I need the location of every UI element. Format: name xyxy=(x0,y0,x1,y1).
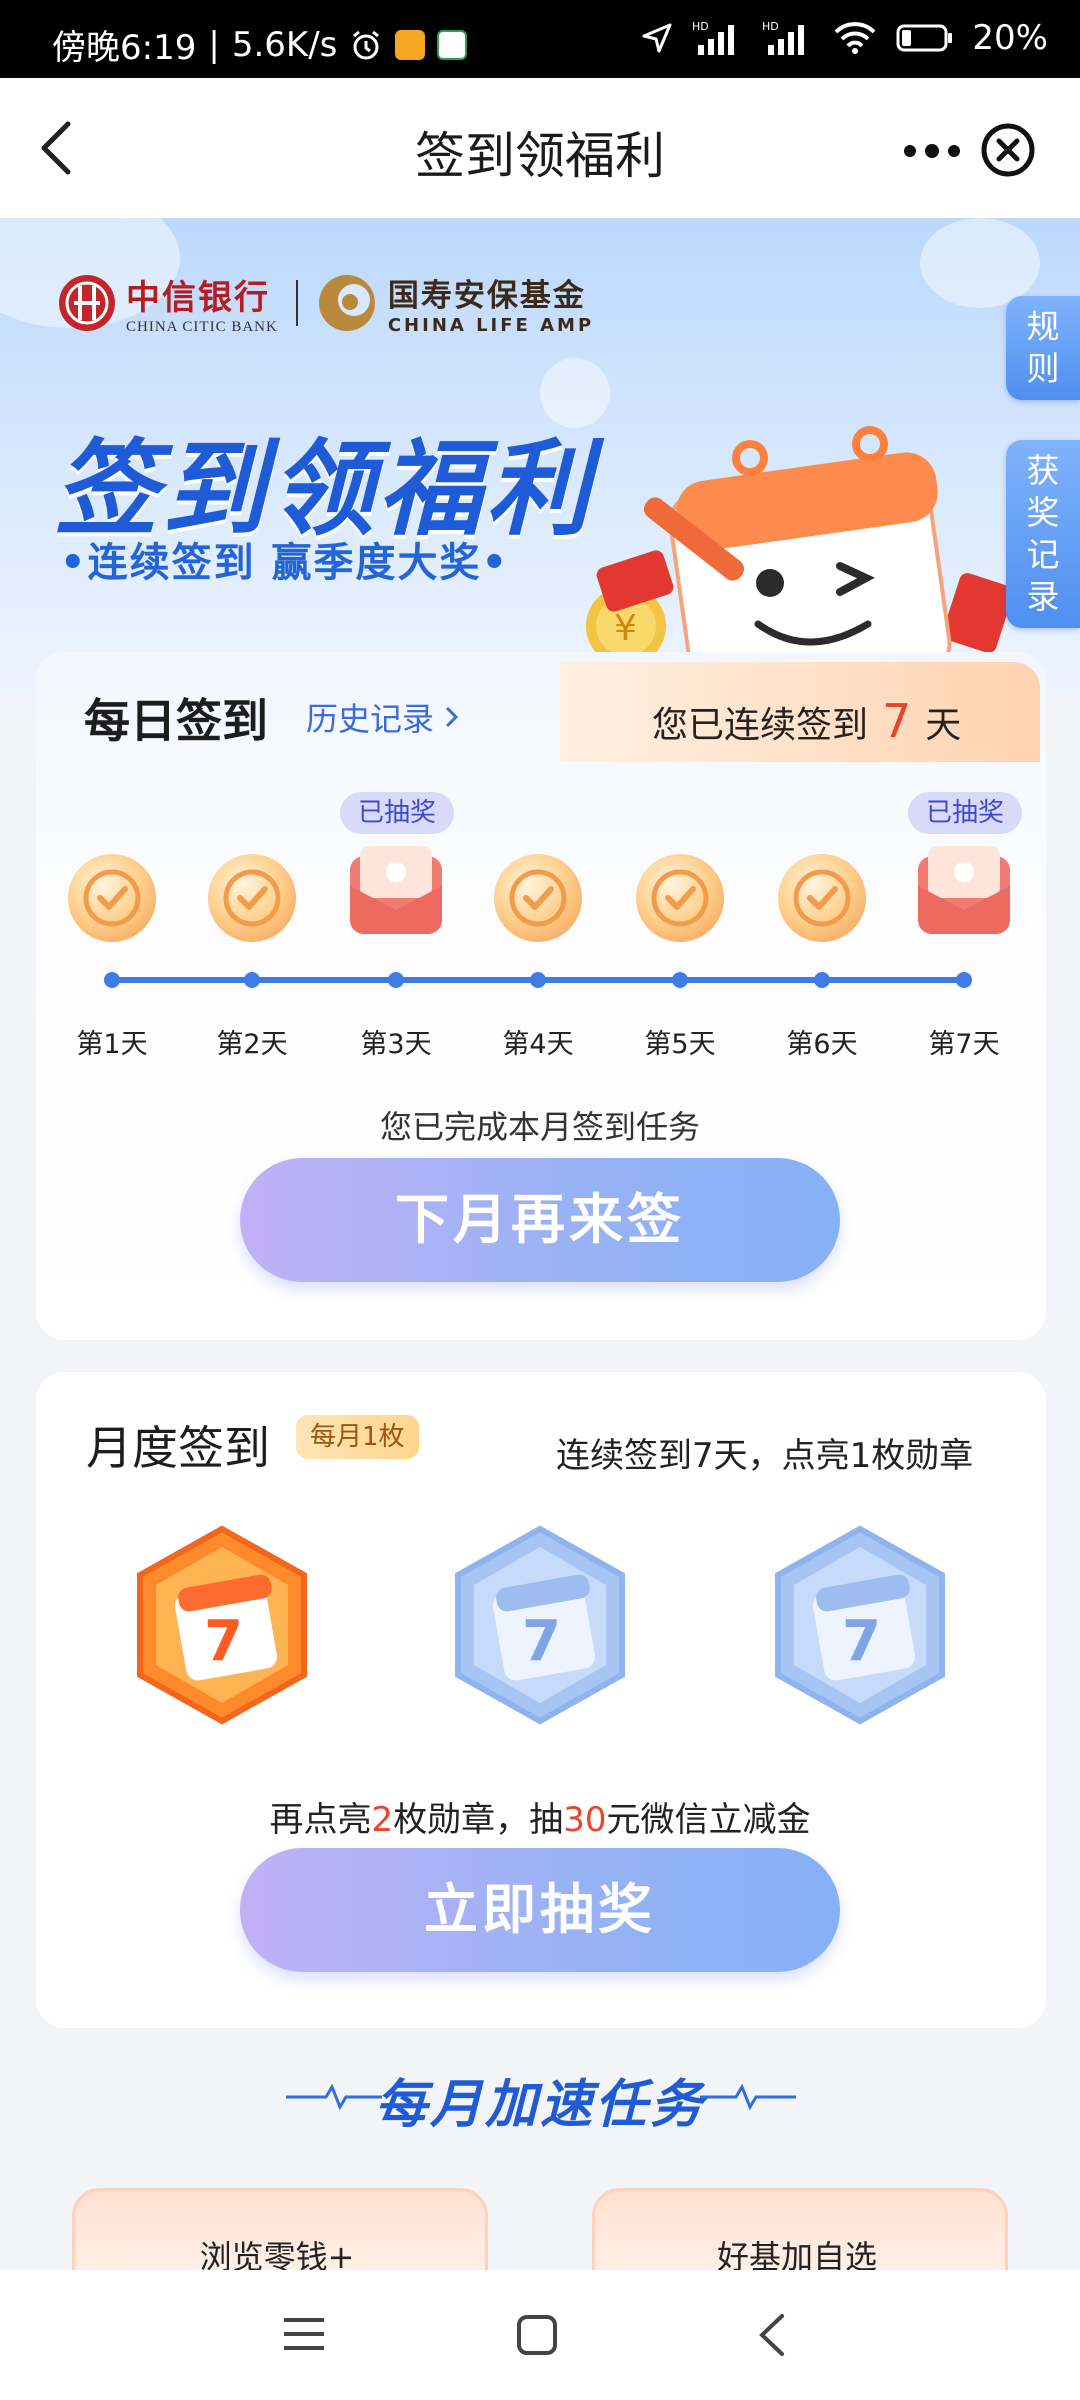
battery-icon xyxy=(896,24,953,52)
network-label-1: HD xyxy=(692,20,709,33)
progress-dot xyxy=(244,972,260,988)
streak-suffix: 天 xyxy=(925,705,962,746)
lottery-text-2: 枚勋章，抽 xyxy=(393,1800,564,1840)
system-nav-bar xyxy=(0,2270,1080,2400)
speed-tasks-title: 每月加速任务 xyxy=(374,2075,705,2135)
day-label: 第5天 xyxy=(644,1029,716,1060)
china-life-cn: 国寿安保基金 xyxy=(387,278,586,314)
citic-bank-name: 中信银行 CHINA CITIC BANK xyxy=(126,270,278,336)
medal-number: 7 xyxy=(842,1609,881,1674)
lottery-text-1: 再点亮 xyxy=(269,1800,372,1840)
status-left: 傍晚6:19 | 5.6K/s xyxy=(52,20,468,69)
history-link[interactable]: 历史记录 xyxy=(306,694,460,740)
logo-divider xyxy=(295,280,298,326)
checked-coin-icon xyxy=(494,854,582,942)
china-life-en: CHINA LIFE AMP xyxy=(387,315,595,336)
network-label-2: HD xyxy=(762,20,779,33)
monthly-tag: 每月1枚 xyxy=(296,1415,419,1459)
title-decor-right-icon xyxy=(700,2083,796,2111)
china-life-name: 国寿安保基金 CHINA LIFE AMP xyxy=(388,270,594,336)
streak-days: 7 xyxy=(882,694,912,748)
status-divider: | xyxy=(208,24,220,65)
nav-back-icon[interactable] xyxy=(756,2312,786,2358)
award-records-tab[interactable]: 获奖记录 xyxy=(1006,440,1080,628)
decor-bubble xyxy=(920,218,1040,308)
home-icon[interactable] xyxy=(516,2314,558,2356)
drawn-badge: 已抽奖 xyxy=(340,792,455,834)
progress-dot xyxy=(814,972,830,988)
progress-dot xyxy=(956,972,972,988)
day-label: 第2天 xyxy=(216,1029,288,1060)
checked-coin-icon xyxy=(68,854,156,942)
checked-coin-icon xyxy=(208,854,296,942)
checked-coin-icon xyxy=(778,854,866,942)
rules-tab[interactable]: 规则 xyxy=(1006,296,1080,400)
drawn-badge: 已抽奖 xyxy=(908,792,1023,834)
day-label: 第7天 xyxy=(928,1029,1000,1060)
progress-dot xyxy=(388,972,404,988)
complete-text: 您已完成本月签到任务 xyxy=(379,1108,700,1146)
medal-number: 7 xyxy=(522,1609,561,1674)
day-label: 第1天 xyxy=(76,1029,148,1060)
citic-bank-en: CHINA CITIC BANK xyxy=(126,319,278,335)
hero-subtitle: •连续签到 赢季度大奖• xyxy=(60,540,510,586)
checked-coin-icon xyxy=(636,854,724,942)
china-life-logo-icon xyxy=(318,275,375,331)
partner-logos: 中信银行 CHINA CITIC BANK 国寿安保基金 CHINA LIFE … xyxy=(56,270,594,336)
location-icon xyxy=(642,23,672,53)
citic-bank-cn: 中信银行 xyxy=(126,278,270,318)
lottery-count: 2 xyxy=(371,1800,394,1840)
alarm-icon xyxy=(353,30,380,59)
day-label: 第6天 xyxy=(786,1029,858,1060)
progress-dot xyxy=(672,972,688,988)
status-net-speed: 5.6K/s xyxy=(231,24,338,65)
streak-prefix: 您已连续签到 xyxy=(652,705,869,746)
status-bar: 傍晚6:19 | 5.6K/s HD HD 20% xyxy=(0,0,1080,78)
nav-bar: 签到领福利 xyxy=(0,78,1080,218)
monthly-desc: 连续签到7天，点亮1枚勋章 xyxy=(556,1436,974,1476)
progress-dot xyxy=(530,972,546,988)
medal-number: 7 xyxy=(204,1609,243,1674)
menu-icon[interactable] xyxy=(282,2314,326,2354)
day-label: 第3天 xyxy=(360,1029,432,1060)
wifi-icon xyxy=(835,22,876,54)
status-right: HD HD 20% xyxy=(640,18,1048,58)
rules-tab-label: 规则 xyxy=(1026,307,1060,388)
red-envelope-icon xyxy=(350,846,442,934)
award-records-tab-label: 获奖记录 xyxy=(1026,451,1060,616)
notification-app-icon xyxy=(395,29,426,60)
next-month-button[interactable]: 下月再来签 xyxy=(240,1158,840,1282)
red-envelope-icon xyxy=(918,846,1010,934)
progress-dot xyxy=(104,972,120,988)
lottery-text-3: 元微信立减金 xyxy=(606,1800,811,1840)
draw-now-button[interactable]: 立即抽奖 xyxy=(240,1848,840,1972)
citic-bank-logo-icon xyxy=(59,275,115,331)
close-icon[interactable] xyxy=(980,122,1036,178)
signal-icon: HD xyxy=(692,20,735,55)
status-time: 傍晚6:19 xyxy=(52,28,197,68)
more-icon[interactable] xyxy=(902,126,962,176)
medal-unlit-icon: 7 xyxy=(775,1525,945,1725)
coin-yen-symbol: ¥ xyxy=(614,608,637,649)
signal-icon-2: HD xyxy=(762,20,805,55)
notification-app-icon-2 xyxy=(437,29,468,60)
chevron-right-icon xyxy=(446,706,459,728)
streak-text: 您已连续签到 7 天 xyxy=(652,694,961,748)
daily-checkin-title: 每日签到 xyxy=(84,694,268,748)
hero-banner: 中信银行 CHINA CITIC BANK 国寿安保基金 CHINA LIFE … xyxy=(0,218,1080,698)
lottery-hint: 再点亮2枚勋章，抽30元微信立减金 xyxy=(0,1792,1080,1841)
history-link-label: 历史记录 xyxy=(306,700,435,738)
battery-percent: 20% xyxy=(972,18,1048,58)
medal-unlit-icon: 7 xyxy=(455,1525,625,1725)
medal-lit-icon: 7 xyxy=(137,1525,307,1725)
monthly-title: 月度签到 xyxy=(86,1421,270,1475)
lottery-amount: 30 xyxy=(563,1800,607,1840)
day-label: 第4天 xyxy=(502,1029,574,1060)
